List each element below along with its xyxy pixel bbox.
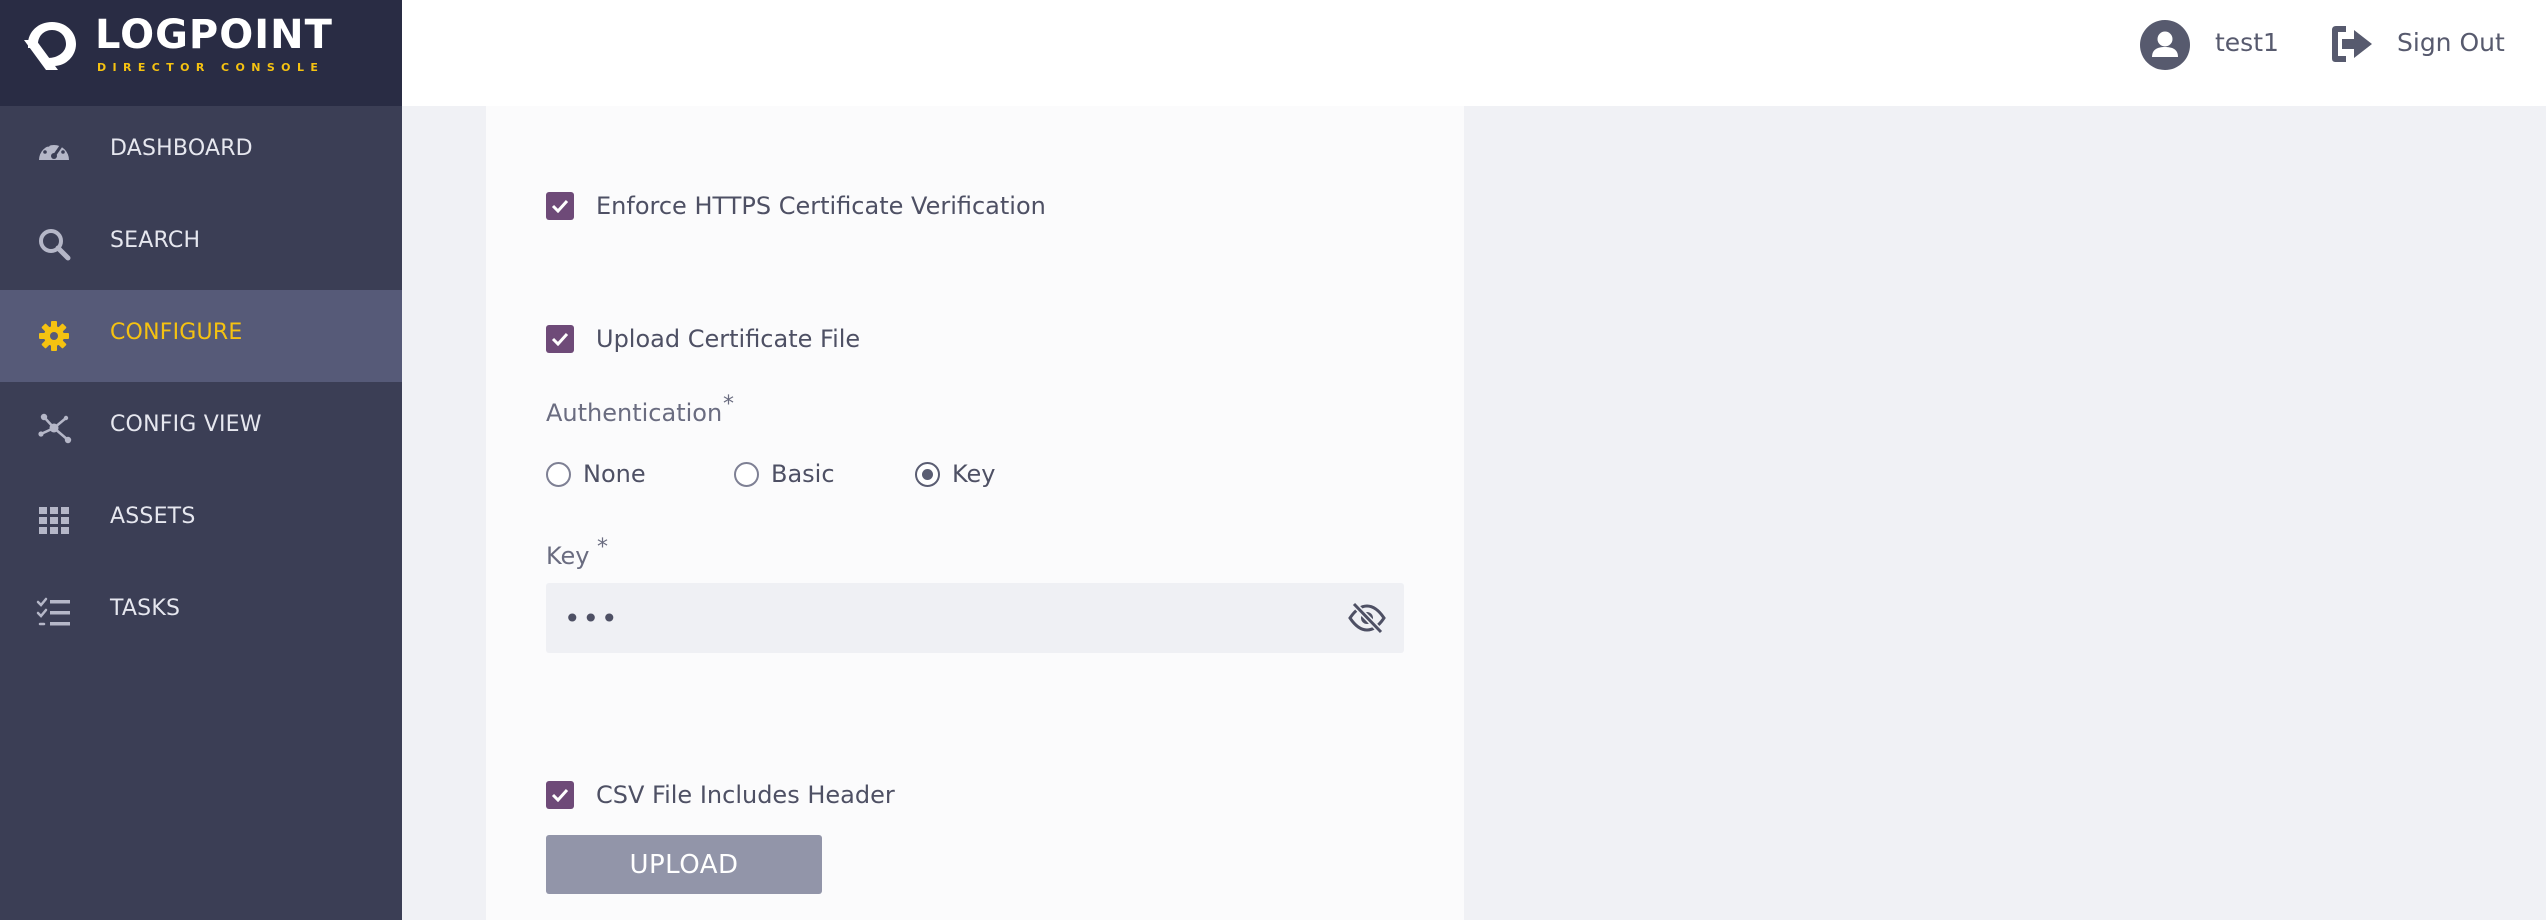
sidebar-item-label: TASKS bbox=[110, 596, 181, 621]
radio-key[interactable] bbox=[915, 461, 940, 487]
network-nodes-icon bbox=[38, 413, 72, 444]
search-icon bbox=[39, 229, 71, 261]
required-marker: * bbox=[597, 535, 608, 560]
sidebar-item-assets[interactable]: ASSETS bbox=[0, 474, 402, 566]
sidebar-item-tasks[interactable]: TASKS bbox=[0, 566, 402, 658]
brand-name: LOGPOINT bbox=[95, 12, 333, 58]
required-marker: * bbox=[723, 392, 734, 417]
radio-label: None bbox=[583, 460, 646, 488]
radio-basic[interactable] bbox=[734, 461, 759, 487]
checkmark-icon bbox=[551, 199, 569, 213]
enforce-https-checkbox[interactable] bbox=[546, 192, 574, 220]
brand-subtitle: DIRECTOR CONSOLE bbox=[97, 61, 325, 74]
key-label: Key bbox=[546, 542, 590, 570]
checkmark-icon bbox=[551, 332, 569, 346]
sidebar-item-label: CONFIG VIEW bbox=[110, 412, 262, 437]
upload-cert-row: Upload Certificate File bbox=[546, 324, 860, 354]
sidebar-item-label: ASSETS bbox=[110, 504, 196, 529]
logo[interactable]: LOGPOINT DIRECTOR CONSOLE bbox=[0, 0, 402, 106]
sidebar-item-label: CONFIGURE bbox=[110, 320, 243, 345]
sign-out-button[interactable]: Sign Out bbox=[2397, 28, 2505, 57]
radio-none[interactable] bbox=[546, 461, 571, 487]
csv-header-checkbox[interactable] bbox=[546, 781, 574, 809]
upload-button[interactable]: UPLOAD bbox=[546, 835, 822, 894]
sidebar-item-label: SEARCH bbox=[110, 228, 201, 253]
hide-password-eye-icon[interactable] bbox=[1348, 602, 1386, 634]
grid-icon bbox=[39, 507, 69, 534]
user-avatar-icon[interactable] bbox=[2140, 20, 2190, 70]
authentication-label: Authentication bbox=[546, 399, 723, 427]
radio-label: Key bbox=[952, 460, 996, 488]
gear-icon bbox=[39, 321, 69, 351]
key-input[interactable] bbox=[546, 583, 1404, 653]
sidebar-item-label: DASHBOARD bbox=[110, 136, 253, 161]
auth-option-none[interactable]: None bbox=[546, 458, 646, 490]
sidebar-nav: DASHBOARD SEARCH CONFIGURE CONFIG VIEW A… bbox=[0, 106, 402, 658]
enforce-https-row: Enforce HTTPS Certificate Verification bbox=[546, 191, 1046, 221]
auth-option-basic[interactable]: Basic bbox=[734, 458, 835, 490]
sidebar-item-dashboard[interactable]: DASHBOARD bbox=[0, 106, 402, 198]
top-header: test1 Sign Out bbox=[402, 0, 2546, 106]
dashboard-gauge-icon bbox=[39, 140, 69, 160]
sign-out-icon[interactable] bbox=[2330, 24, 2374, 64]
enforce-https-label: Enforce HTTPS Certificate Verification bbox=[596, 192, 1046, 220]
radio-label: Basic bbox=[771, 460, 835, 488]
upload-cert-checkbox[interactable] bbox=[546, 325, 574, 353]
form-panel: Enforce HTTPS Certificate Verification U… bbox=[486, 106, 1464, 920]
sidebar: LOGPOINT DIRECTOR CONSOLE DASHBOARD SEAR… bbox=[0, 0, 402, 920]
csv-header-row: CSV File Includes Header bbox=[546, 780, 895, 810]
sidebar-item-search[interactable]: SEARCH bbox=[0, 198, 402, 290]
checkmark-icon bbox=[551, 788, 569, 802]
username[interactable]: test1 bbox=[2215, 28, 2279, 57]
sidebar-item-configure[interactable]: CONFIGURE bbox=[0, 290, 402, 382]
upload-cert-label: Upload Certificate File bbox=[596, 325, 861, 353]
logpoint-logo-icon bbox=[24, 22, 76, 70]
sidebar-item-config-view[interactable]: CONFIG VIEW bbox=[0, 382, 402, 474]
checklist-icon bbox=[36, 597, 70, 626]
csv-header-label: CSV File Includes Header bbox=[596, 781, 895, 809]
auth-option-key[interactable]: Key bbox=[915, 458, 996, 490]
